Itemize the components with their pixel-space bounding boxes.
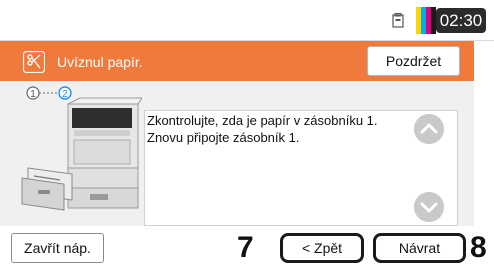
instruction-line-1: Zkontrolujte, zda je papír v zásobníku 1…: [147, 113, 378, 128]
toner-level-bars: [416, 7, 436, 34]
postpone-button[interactable]: Pozdržet: [367, 46, 460, 76]
instruction-line-2: Znovu připojte zásobník 1.: [147, 130, 300, 145]
callout-marker-return: 8: [470, 231, 487, 264]
close-note-button[interactable]: Zavřít náp.: [11, 233, 104, 263]
back-button[interactable]: < Zpět: [280, 233, 364, 263]
clock: 02:30: [436, 8, 486, 33]
scroll-down-button[interactable]: [414, 192, 444, 222]
callout-marker-back: 7: [237, 231, 254, 264]
page-title: Uvíznul papír.: [57, 54, 143, 70]
return-button[interactable]: Návrat: [373, 233, 466, 263]
printer-tray-illustration: [21, 97, 142, 211]
toner-status-icon: [392, 13, 404, 28]
scroll-up-button[interactable]: [414, 114, 444, 144]
paper-jam-icon: [23, 51, 45, 73]
instruction-text: Zkontrolujte, zda je papír v zásobníku 1…: [147, 112, 417, 146]
